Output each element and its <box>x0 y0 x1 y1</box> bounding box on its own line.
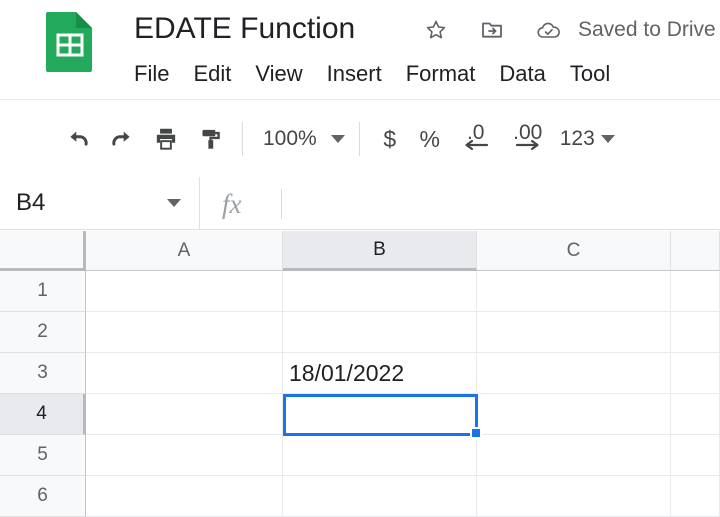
document-title[interactable]: EDATE Function <box>134 8 355 50</box>
menu-item-data[interactable]: Data <box>499 59 545 89</box>
row-header-2[interactable]: 2 <box>0 312 86 353</box>
formula-bar-container: B4 fx <box>0 177 720 230</box>
cell-a1[interactable] <box>86 271 283 312</box>
arrow-right-icon <box>515 133 541 157</box>
row-header-3[interactable]: 3 <box>0 353 86 394</box>
cell-d2[interactable] <box>671 312 720 353</box>
cloud-saved-icon <box>536 18 562 44</box>
chevron-down-icon[interactable] <box>167 199 181 207</box>
number-format-selector[interactable]: 123 <box>554 119 615 159</box>
formula-bar-divider <box>281 189 282 219</box>
cell-c1[interactable] <box>477 271 671 312</box>
arrow-left-icon <box>463 133 489 157</box>
cell-a6[interactable] <box>86 476 283 517</box>
row-header-1[interactable]: 1 <box>0 271 86 312</box>
column-header-a[interactable]: A <box>86 231 283 271</box>
decrease-decimal-button[interactable]: .0 <box>450 117 502 161</box>
cell-c4[interactable] <box>477 394 671 435</box>
cell-a2[interactable] <box>86 312 283 353</box>
menu-item-edit[interactable]: Edit <box>193 59 231 89</box>
sheets-app: EDATE Function Saved to Drive File Edit … <box>0 0 720 517</box>
print-icon[interactable] <box>144 117 188 161</box>
spreadsheet-grid: A B C 1 2 3 4 5 6 18/01/2022 <box>0 231 720 517</box>
cell-c6[interactable] <box>477 476 671 517</box>
menu-item-view[interactable]: View <box>255 59 302 89</box>
toolbar-divider-2 <box>358 122 360 156</box>
zoom-selector[interactable]: 100% <box>253 119 349 159</box>
formula-input[interactable] <box>292 185 712 221</box>
cell-c5[interactable] <box>477 435 671 476</box>
cell-a5[interactable] <box>86 435 283 476</box>
cell-d5[interactable] <box>671 435 720 476</box>
menu-item-file[interactable]: File <box>134 59 169 89</box>
increase-decimal-button[interactable]: .00 <box>502 117 554 161</box>
menu-item-tools[interactable]: Tool <box>570 59 610 89</box>
name-box-value: B4 <box>16 189 46 216</box>
percent-format-button[interactable]: % <box>410 117 450 161</box>
menu-item-insert[interactable]: Insert <box>327 59 382 89</box>
menu-item-format[interactable]: Format <box>406 59 476 89</box>
row-header-4[interactable]: 4 <box>0 394 86 435</box>
cell-b4[interactable] <box>283 394 477 435</box>
cell-a3[interactable] <box>86 353 283 394</box>
zoom-value: 100% <box>263 127 317 150</box>
chevron-down-icon <box>330 135 345 143</box>
select-all-corner[interactable] <box>0 231 86 271</box>
save-status-label: Saved to Drive <box>578 18 716 41</box>
cell-a4[interactable] <box>86 394 283 435</box>
column-header-d[interactable] <box>671 231 720 271</box>
column-header-b[interactable]: B <box>283 231 477 271</box>
number-format-label: 123 <box>559 127 595 150</box>
app-header: EDATE Function Saved to Drive File Edit … <box>0 0 720 100</box>
cell-d3[interactable] <box>671 353 720 394</box>
currency-format-button[interactable]: $ <box>370 117 410 161</box>
cell-c3[interactable] <box>477 353 671 394</box>
cell-b5[interactable] <box>283 435 477 476</box>
toolbar-divider-1 <box>242 122 243 156</box>
row-header-5[interactable]: 5 <box>0 435 86 476</box>
undo-icon[interactable] <box>56 117 100 161</box>
fill-handle[interactable] <box>470 427 482 439</box>
toolbar: 100% $ % .0 .00 123 <box>0 101 720 177</box>
cell-d6[interactable] <box>671 476 720 517</box>
column-header-c[interactable]: C <box>477 231 671 271</box>
cell-b3[interactable]: 18/01/2022 <box>283 353 477 394</box>
cell-b6[interactable] <box>283 476 477 517</box>
fx-icon: fx <box>222 189 242 219</box>
paint-format-icon[interactable] <box>188 117 232 161</box>
name-box[interactable]: B4 <box>0 177 200 229</box>
redo-icon[interactable] <box>100 117 144 161</box>
cell-b1[interactable] <box>283 271 477 312</box>
cell-b2[interactable] <box>283 312 477 353</box>
cell-c2[interactable] <box>477 312 671 353</box>
move-to-folder-icon[interactable] <box>480 18 504 42</box>
chevron-down-icon <box>600 135 615 143</box>
cell-d4[interactable] <box>671 394 720 435</box>
menu-bar: File Edit View Insert Format Data Tool <box>0 52 720 96</box>
star-icon[interactable] <box>424 18 448 42</box>
row-header-6[interactable]: 6 <box>0 476 86 517</box>
cell-d1[interactable] <box>671 271 720 312</box>
